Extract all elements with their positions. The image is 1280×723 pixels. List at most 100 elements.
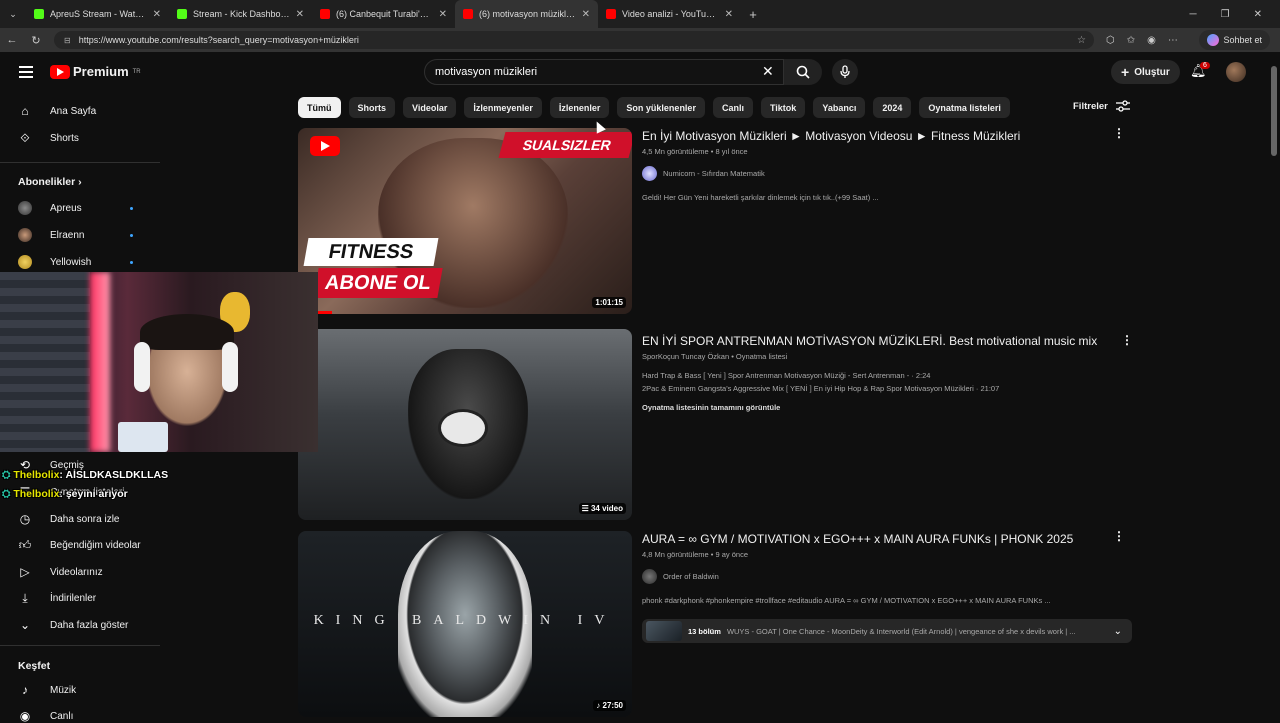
playlist-item[interactable]: Hard Trap & Bass [ Yeni ] Spor Antrenman… <box>642 371 930 380</box>
sidebar-divider <box>0 162 160 163</box>
playlist-thumbnail[interactable]: ☰ 34 video <box>298 329 632 520</box>
menu-icon[interactable] <box>19 66 33 78</box>
minimize-icon[interactable]: ─ <box>1190 9 1197 20</box>
browser-tab[interactable]: Video analizi - YouTube Studio ✕ <box>598 0 741 28</box>
sidebar-sub-yellowish[interactable]: Yellowish <box>18 255 91 269</box>
thumbnail-text: ABONE OL <box>313 268 443 298</box>
video-title[interactable]: En İyi Motivasyon Müzikleri ► Motivasyon… <box>642 129 1020 143</box>
chip-unwatched[interactable]: İzlenmeyenler <box>464 97 542 118</box>
sidebar-sub-apreus[interactable]: Apreus <box>18 201 82 215</box>
filters-button[interactable]: Filtreler <box>1073 100 1130 112</box>
sidebar-item-watch-later[interactable]: ◷ Daha sonra izle <box>18 512 120 526</box>
create-button[interactable]: + Oluştur <box>1111 60 1180 84</box>
reload-icon[interactable]: ↻ <box>24 34 48 47</box>
subscriptions-heading[interactable]: Abonelikler › <box>18 176 82 188</box>
close-tab-icon[interactable]: ✕ <box>296 9 304 20</box>
avatar <box>18 255 32 269</box>
new-tab-button[interactable]: + <box>741 7 765 22</box>
chip-videos[interactable]: Videolar <box>403 97 457 118</box>
copilot-chat-button[interactable]: Sohbet et <box>1199 30 1270 50</box>
sidebar-item-label: Yellowish <box>50 256 92 268</box>
extensions-icon[interactable]: ⬡ <box>1106 35 1115 46</box>
filters-label: Filtreler <box>1073 100 1108 112</box>
favorites-icon[interactable]: ✩ <box>1127 35 1135 46</box>
sidebar-item-live[interactable]: ◉ Canlı <box>18 709 74 723</box>
video-description: Geldi! Her Gün Yeni hareketli şarkılar d… <box>642 193 879 202</box>
duration-badge: 1:01:15 <box>592 297 626 308</box>
video-title[interactable]: AURA = ∞ GYM / MOTIVATION x EGO+++ x MAI… <box>642 532 1073 546</box>
video-count: 34 video <box>590 504 623 513</box>
close-window-icon[interactable]: ✕ <box>1254 9 1262 20</box>
close-tab-icon[interactable]: ✕ <box>153 9 161 20</box>
more-actions-icon[interactable]: ⋮ <box>1121 333 1133 347</box>
sidebar-item-label: Elraenn <box>50 229 85 241</box>
chip-shorts[interactable]: Shorts <box>348 97 396 118</box>
chip-2024[interactable]: 2024 <box>873 97 912 118</box>
sidebar-item-label: Daha fazla göster <box>50 619 129 631</box>
browser-tab[interactable]: Stream - Kick Dashboard ✕ <box>169 0 312 28</box>
video-meta: 4,5 Mn görüntüleme • 8 yıl önce <box>642 147 748 156</box>
video-thumbnail[interactable]: SUALSIZLER FITNESS ABONE OL 1:01:15 <box>298 128 632 314</box>
chip-tiktok[interactable]: Tiktok <box>760 97 806 118</box>
back-icon[interactable]: ← <box>0 34 24 46</box>
chip-watched[interactable]: İzlenenler <box>549 97 610 118</box>
browser-tab-active[interactable]: (6) motivasyon müzikleri - YouTube ✕ <box>455 0 598 28</box>
sidebar-sub-elraenn[interactable]: Elraenn <box>18 228 84 242</box>
sidebar-item-home[interactable]: ⌂ Ana Sayfa <box>18 104 96 118</box>
channel-link[interactable]: Order of Baldwin <box>642 569 719 584</box>
channel-link[interactable]: Numicorn - Sıfırdan Matematik <box>642 166 765 181</box>
avatar <box>18 228 32 242</box>
playlist-title[interactable]: EN İYİ SPOR ANTRENMAN MOTİVASYON MÜZİKLE… <box>642 334 1097 348</box>
sidebar-item-shorts[interactable]: ⟐ Shorts <box>18 131 79 146</box>
maximize-icon[interactable]: ❐ <box>1221 9 1230 20</box>
account-avatar[interactable] <box>1226 62 1246 82</box>
browser-tab[interactable]: (6) Canbequit Turabi'nin Evinin Yan ✕ <box>312 0 455 28</box>
sidebar-item-label: Apreus <box>50 202 82 214</box>
clear-search-icon[interactable]: ✕ <box>762 63 774 80</box>
shorts-icon: ⟐ <box>20 131 30 145</box>
bookmark-star-icon[interactable]: ☆ <box>1077 35 1086 46</box>
search-button[interactable] <box>784 59 822 85</box>
video-thumbnail[interactable]: KING BALDWIN IV ♪ 27:50 <box>298 531 632 717</box>
close-tab-icon[interactable]: ✕ <box>582 9 590 20</box>
playlist-item[interactable]: 2Pac & Eminem Gangsta's Aggressive Mix [… <box>642 384 999 393</box>
live-dot <box>130 234 133 237</box>
more-actions-icon[interactable]: ⋮ <box>1113 126 1125 140</box>
sidebar-item-show-more[interactable]: ⌄ Daha fazla göster <box>18 618 128 632</box>
chip-live[interactable]: Canlı <box>712 97 753 118</box>
site-info-icon[interactable]: ⊟ <box>64 36 71 45</box>
sliders-icon <box>1115 100 1130 112</box>
url-text: https://www.youtube.com/results?search_q… <box>78 35 359 45</box>
close-tab-icon[interactable]: ✕ <box>439 9 447 20</box>
more-menu-icon[interactable]: ⋯ <box>1168 35 1178 46</box>
kick-favicon-icon <box>177 9 187 19</box>
chevron-down-icon[interactable]: ⌄ <box>1114 626 1122 637</box>
browser-tab[interactable]: ApreuS Stream - Watch Live o ✕ <box>26 0 169 28</box>
chevron-down-icon: ⌄ <box>19 618 31 632</box>
chapters-bar[interactable]: 13 bölüm WUYS - GOAT | One Chance - Moon… <box>642 619 1132 643</box>
search-input[interactable]: motivasyon müzikleri <box>424 59 784 85</box>
youtube-logo[interactable]: Premium TR <box>50 64 141 79</box>
youtube-play-icon <box>310 136 340 156</box>
logo-text: Premium <box>73 64 129 79</box>
logo-region: TR <box>132 68 141 75</box>
view-full-playlist-link[interactable]: Oynatma listesinin tamamını görüntüle <box>642 403 780 412</box>
chip-playlists[interactable]: Oynatma listeleri <box>919 97 1010 118</box>
scrollbar-thumb[interactable] <box>1271 66 1277 156</box>
more-actions-icon[interactable]: ⋮ <box>1113 529 1125 543</box>
clock-icon: ◷ <box>19 512 31 526</box>
address-bar[interactable]: ⊟ https://www.youtube.com/results?search… <box>54 31 1094 49</box>
page-scrollbar[interactable] <box>1268 52 1280 720</box>
sidebar-item-downloads[interactable]: ⤓ İndirilenler <box>18 591 96 606</box>
sidebar-item-your-videos[interactable]: ▷ Videolarınız <box>18 565 102 579</box>
voice-search-button[interactable] <box>832 59 858 85</box>
sidebar-item-music[interactable]: ♪ Müzik <box>18 683 76 697</box>
close-tab-icon[interactable]: ✕ <box>725 9 733 20</box>
profile-icon[interactable]: ◉ <box>1147 35 1156 46</box>
tab-list-icon[interactable]: ⌄ <box>0 9 26 20</box>
sidebar-item-liked[interactable]: 👍︎ Beğendiğim videolar <box>18 538 141 553</box>
chip-foreign[interactable]: Yabancı <box>813 97 866 118</box>
chip-recent[interactable]: Son yüklenenler <box>617 97 705 118</box>
chip-all[interactable]: Tümü <box>298 97 341 118</box>
sidebar-item-label: Beğendiğim videolar <box>50 540 141 551</box>
